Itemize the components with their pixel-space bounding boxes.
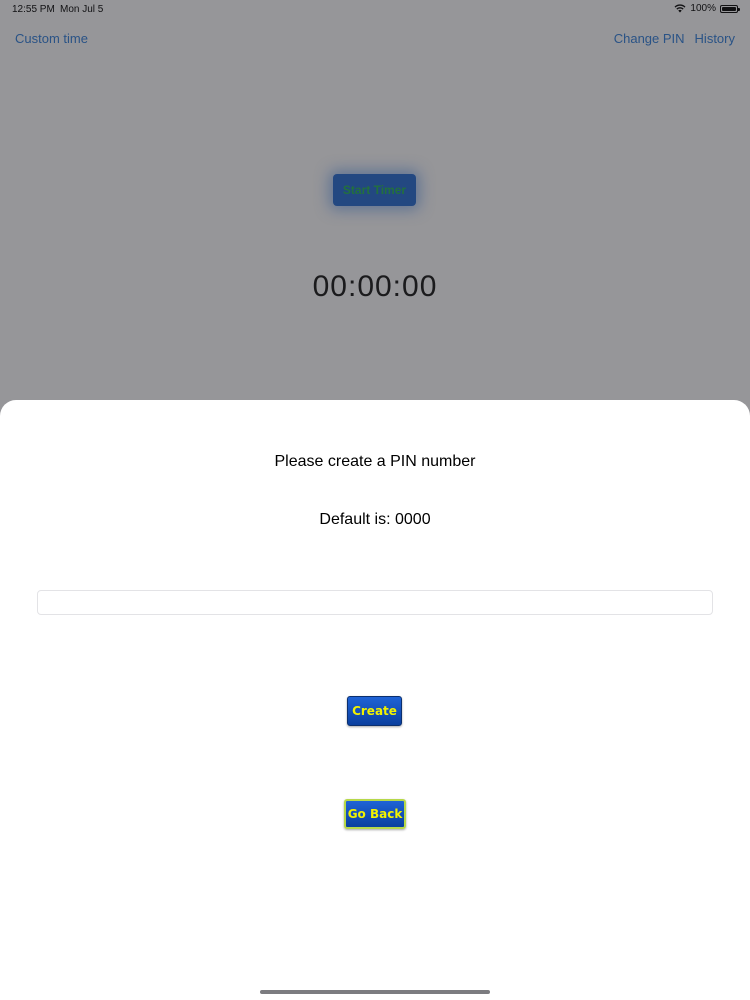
- home-indicator[interactable]: [260, 990, 490, 994]
- create-pin-sheet: Please create a PIN number Default is: 0…: [0, 400, 750, 1000]
- go-back-button[interactable]: Go Back: [344, 799, 406, 829]
- pin-input[interactable]: [37, 590, 713, 615]
- create-button[interactable]: Create: [347, 696, 402, 726]
- default-pin-text: Default is: 0000: [319, 511, 431, 528]
- sheet-title: Please create a PIN number: [274, 453, 476, 470]
- app-screen: 12:55 PM Mon Jul 5 100% Custom time Chan…: [0, 0, 750, 1000]
